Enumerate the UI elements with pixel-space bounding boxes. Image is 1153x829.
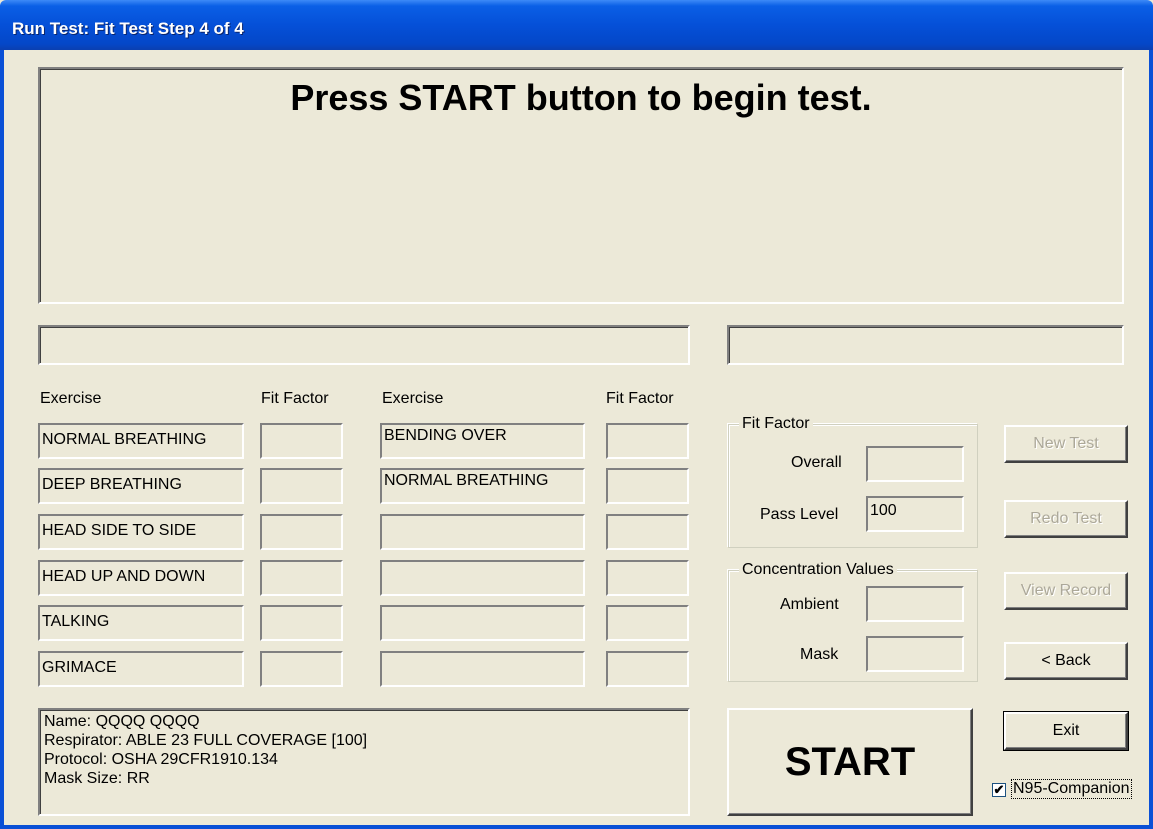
fit-factor-right-2 (606, 468, 689, 504)
window-frame-right (1149, 50, 1153, 829)
fit-factor-header-left: Fit Factor (261, 390, 329, 407)
fit-factor-left-6 (260, 651, 343, 687)
window-frame-bottom (0, 825, 1153, 829)
fit-factor-group-legend: Fit Factor (739, 415, 813, 433)
pass-level-label: Pass Level (760, 506, 839, 523)
protocol-info: Protocol: OSHA 29CFR1910.134 (44, 751, 278, 768)
instruction-message: Press START button to begin test. (290, 77, 872, 118)
fit-factor-left-1 (260, 423, 343, 459)
exercise-header-left: Exercise (40, 390, 102, 407)
fit-factor-left-3 (260, 514, 343, 550)
new-test-button[interactable]: New Test (1004, 425, 1128, 463)
pass-level-field: 100 (866, 496, 964, 532)
start-button[interactable]: START (727, 708, 973, 816)
window-frame-left (0, 50, 4, 829)
fit-factor-right-6 (606, 651, 689, 687)
exercise-right-1: BENDING OVER (380, 423, 585, 459)
overall-fit-factor-field (866, 446, 964, 482)
redo-test-button[interactable]: Redo Test (1004, 500, 1128, 538)
fit-factor-right-1 (606, 423, 689, 459)
test-info-panel: Name: QQQQ QQQQ Respirator: ABLE 23 FULL… (38, 708, 690, 816)
exercise-left-6: GRIMACE (38, 651, 244, 687)
exit-button[interactable]: Exit (1003, 711, 1129, 751)
message-panel: Press START button to begin test. (38, 67, 1124, 304)
fit-factor-left-5 (260, 605, 343, 641)
status-bar-right (727, 325, 1124, 365)
fit-factor-right-4 (606, 560, 689, 596)
fit-factor-left-4 (260, 560, 343, 596)
exercise-right-3 (380, 514, 585, 550)
exercise-header-right: Exercise (382, 390, 444, 407)
subject-name: Name: QQQQ QQQQ (44, 713, 200, 730)
exercise-left-1: NORMAL BREATHING (38, 423, 244, 459)
ambient-label: Ambient (780, 596, 839, 613)
fit-factor-header-right: Fit Factor (606, 390, 674, 407)
respirator-info: Respirator: ABLE 23 FULL COVERAGE [100] (44, 732, 368, 749)
overall-label: Overall (791, 454, 842, 471)
fit-test-window: Run Test: Fit Test Step 4 of 4 Press STA… (0, 0, 1153, 829)
status-bar-left (38, 325, 690, 365)
exercise-left-2: DEEP BREATHING (38, 468, 244, 504)
mask-label: Mask (800, 646, 839, 663)
fit-factor-left-2 (260, 468, 343, 504)
n95-companion-label[interactable]: N95-Companion (1011, 779, 1132, 799)
exercise-right-4 (380, 560, 585, 596)
exercise-left-5: TALKING (38, 605, 244, 641)
exercise-right-6 (380, 651, 585, 687)
fit-factor-right-5 (606, 605, 689, 641)
back-button[interactable]: < Back (1004, 642, 1128, 680)
mask-concentration-field (866, 636, 964, 672)
title-bar[interactable]: Run Test: Fit Test Step 4 of 4 (0, 0, 1153, 50)
ambient-field (866, 586, 964, 622)
view-record-button[interactable]: View Record (1004, 572, 1128, 610)
fit-factor-right-3 (606, 514, 689, 550)
exercise-right-2: NORMAL BREATHING (380, 468, 585, 504)
window-title: Run Test: Fit Test Step 4 of 4 (12, 19, 244, 38)
mask-size-info: Mask Size: RR (44, 770, 150, 787)
exercise-right-5 (380, 605, 585, 641)
concentration-values-group-legend: Concentration Values (739, 561, 897, 579)
checkmark-icon[interactable]: ✔ (992, 783, 1006, 797)
exercise-left-4: HEAD UP AND DOWN (38, 560, 244, 596)
exercise-left-3: HEAD SIDE TO SIDE (38, 514, 244, 550)
